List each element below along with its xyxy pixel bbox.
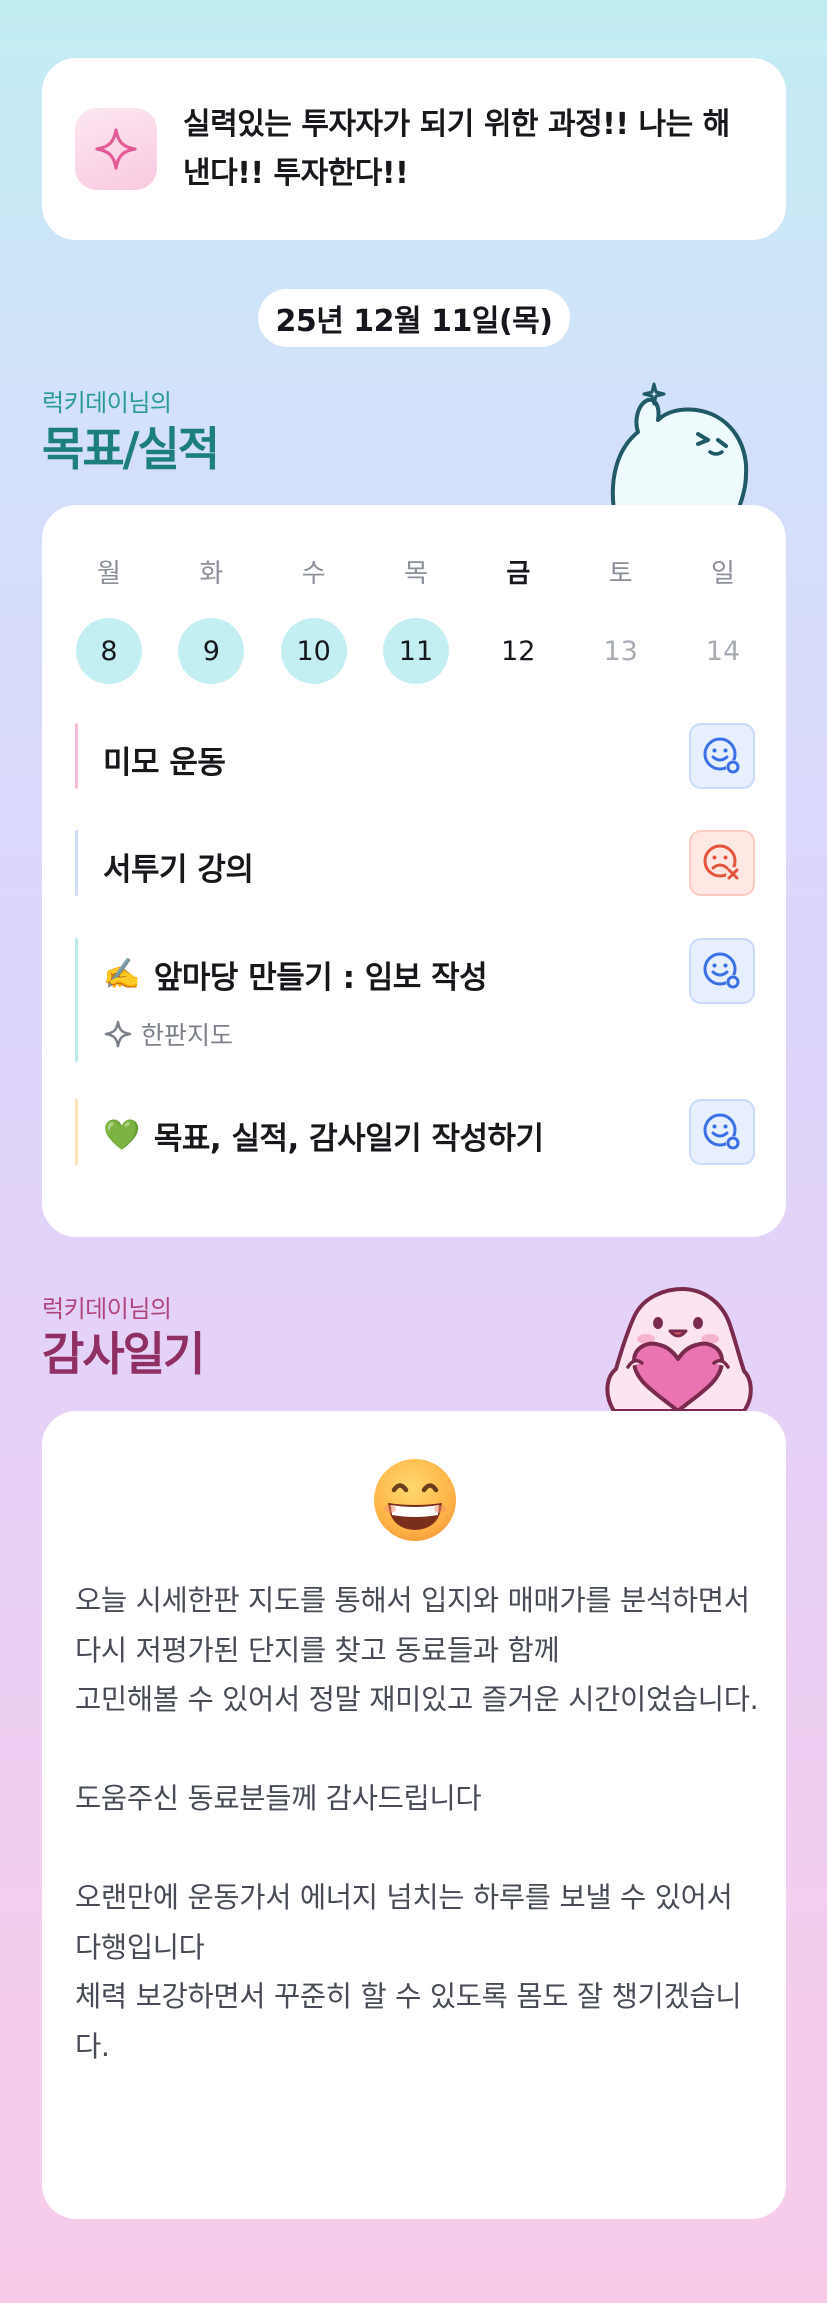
day-14[interactable]: 14 bbox=[690, 618, 756, 684]
smile-check-icon[interactable] bbox=[689, 938, 755, 1004]
goal-item: 💚 목표, 실적, 감사일기 작성하기 bbox=[75, 1099, 755, 1165]
day-10[interactable]: 10 bbox=[280, 618, 347, 684]
sparkle-icon bbox=[75, 108, 157, 190]
goal-label: 서투기 강의 bbox=[103, 852, 254, 888]
weekday-sun: 일 bbox=[711, 559, 735, 589]
weekday-fri: 금 bbox=[506, 559, 531, 589]
goal-sub-label: 한판지도 bbox=[103, 1016, 233, 1052]
day-11[interactable]: 11 bbox=[382, 618, 449, 684]
day-13[interactable]: 13 bbox=[588, 618, 654, 684]
goal-label-text: 앞마당 만들기 : 임보 작성 bbox=[153, 960, 488, 996]
day-9[interactable]: 9 bbox=[178, 618, 245, 684]
goal-color-bar bbox=[75, 1099, 78, 1165]
weekday-sat: 토 bbox=[608, 559, 633, 589]
smile-check-icon[interactable] bbox=[689, 723, 755, 789]
sparkle-outline-icon bbox=[104, 1020, 132, 1048]
weekday-mon: 월 bbox=[97, 559, 121, 589]
goal-sub-label-text: 한판지도 bbox=[141, 1021, 234, 1050]
goals-card: 월 화 수 목 금 토 일 8 9 10 11 12 13 14 미모 운동 서… bbox=[42, 505, 786, 1237]
goal-label: 💚 목표, 실적, 감사일기 작성하기 bbox=[103, 1113, 544, 1158]
week-calendar: 월 화 수 목 금 토 일 8 9 10 11 12 13 14 bbox=[76, 553, 756, 684]
goal-label: ✍️ 앞마당 만들기 : 임보 작성 bbox=[103, 952, 488, 997]
goals-section-title: 목표/실적 bbox=[42, 422, 220, 476]
day-12-selected[interactable]: 12 bbox=[485, 618, 551, 684]
grinning-face-icon bbox=[374, 1459, 456, 1541]
mascot-cheer-illustration bbox=[610, 382, 749, 510]
diary-card: 오늘 시세한판 지도를 통해서 입지와 매매가를 분석하면서 다시 저평가된 단… bbox=[42, 1411, 786, 2219]
goal-label-text: 목표, 실적, 감사일기 작성하기 bbox=[153, 1121, 544, 1157]
thanks-section-title: 감사일기 bbox=[42, 1327, 205, 1381]
green-heart-icon: 💚 bbox=[103, 1118, 140, 1153]
day-8[interactable]: 8 bbox=[76, 618, 142, 684]
weekday-thu: 목 bbox=[404, 559, 428, 589]
weekday-tue: 화 bbox=[199, 559, 224, 589]
mascot-heart-illustration bbox=[605, 1287, 753, 1411]
goal-item: 미모 운동 bbox=[75, 723, 755, 789]
goal-color-bar bbox=[75, 723, 78, 789]
writing-hand-icon: ✍️ bbox=[103, 957, 140, 992]
motto-text: 실력있는 투자자가 되기 위한 과정!! 나는 해낸다!! 투자한다!! bbox=[183, 107, 730, 191]
goal-label: 미모 운동 bbox=[103, 745, 226, 781]
diary-text: 오늘 시세한판 지도를 통해서 입지와 매매가를 분석하면서 다시 저평가된 단… bbox=[75, 1584, 759, 2063]
goal-color-bar bbox=[75, 830, 78, 896]
weekday-wed: 수 bbox=[301, 559, 326, 589]
goal-item: ✍️ 앞마당 만들기 : 임보 작성 한판지도 bbox=[75, 938, 755, 1062]
goal-color-bar bbox=[75, 938, 78, 1062]
goal-item: 서투기 강의 bbox=[75, 830, 755, 896]
date-label[interactable]: 25년 12월 11일(목) bbox=[258, 289, 570, 347]
smile-check-icon[interactable] bbox=[689, 1099, 755, 1165]
sad-x-icon[interactable] bbox=[689, 830, 755, 896]
motto-card: 실력있는 투자자가 되기 위한 과정!! 나는 해낸다!! 투자한다!! bbox=[42, 58, 786, 240]
